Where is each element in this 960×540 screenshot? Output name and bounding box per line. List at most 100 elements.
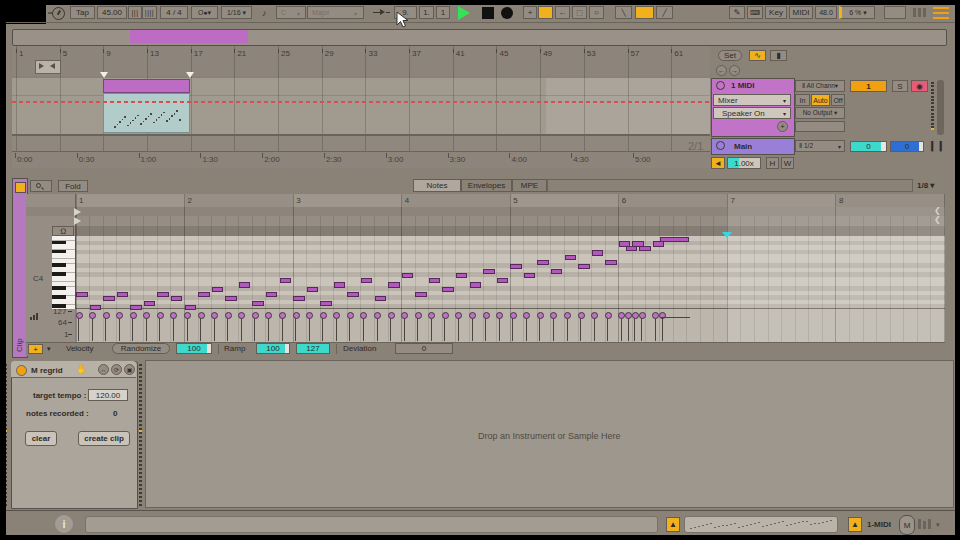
midi-note[interactable] <box>130 305 142 310</box>
time-ruler[interactable] <box>12 152 710 168</box>
cpu-meter[interactable]: 6 % ▾ <box>839 6 875 19</box>
mixer-select[interactable]: Mixer <box>713 94 791 106</box>
monitor-auto-button[interactable]: Auto <box>811 94 830 106</box>
midi-note[interactable] <box>402 273 414 278</box>
ramp-to[interactable]: 127 <box>296 343 330 354</box>
vel-lollipop[interactable] <box>442 312 449 319</box>
status-meter-chevron[interactable]: ▾ <box>936 521 940 529</box>
quantize-menu[interactable]: 1/16 ▾ <box>221 6 252 19</box>
midi-note[interactable] <box>144 301 156 306</box>
vel-lollipop[interactable] <box>483 312 490 319</box>
overdub-button[interactable] <box>538 6 553 19</box>
device-sync-button[interactable]: ⟳ <box>111 364 122 375</box>
midi-note[interactable] <box>456 273 468 278</box>
draw-mode-button[interactable] <box>635 6 654 19</box>
midi-note[interactable] <box>198 292 210 297</box>
midi-note[interactable] <box>293 296 305 301</box>
midi-note[interactable] <box>497 278 509 283</box>
vel-stem[interactable] <box>499 316 500 341</box>
midi-note[interactable] <box>320 301 332 306</box>
pr-end-chevrons[interactable]: ❮ <box>934 215 941 224</box>
vel-stem[interactable] <box>227 316 228 341</box>
monitor-in-button[interactable]: In <box>795 94 810 106</box>
scale-root-select[interactable]: C <box>276 6 306 19</box>
vel-lollipop[interactable] <box>469 312 476 319</box>
stop-button[interactable] <box>482 7 494 19</box>
vel-stem[interactable] <box>641 316 642 341</box>
randomize-amount[interactable]: 100 <box>176 343 212 354</box>
vel-lollipop[interactable] <box>130 312 137 319</box>
hamburger-menu-icon[interactable] <box>933 7 949 19</box>
speaker-icon[interactable]: ◄ <box>711 157 725 169</box>
vel-lollipop[interactable] <box>632 312 639 319</box>
pr-start-marker[interactable] <box>74 217 81 225</box>
vel-lollipop[interactable] <box>639 312 646 319</box>
vel-lollipop[interactable] <box>537 312 544 319</box>
midi-note[interactable] <box>157 292 169 297</box>
vel-lollipop[interactable] <box>293 312 300 319</box>
clip-scroll-up-button[interactable]: ▲ <box>666 517 680 532</box>
midi-note[interactable] <box>470 282 482 287</box>
pr-loop-start-marker[interactable] <box>74 208 81 216</box>
midi-note[interactable] <box>117 292 129 297</box>
add-track-button[interactable]: + <box>523 6 537 19</box>
grid-value-label[interactable]: 1/8 ▾ <box>917 181 934 190</box>
vel-stem[interactable] <box>567 316 568 341</box>
vel-stem[interactable] <box>78 316 79 341</box>
randomize-button[interactable]: Randomize <box>112 343 170 354</box>
clip-active-toggle[interactable] <box>15 182 26 193</box>
fold-button[interactable]: Fold <box>58 180 88 192</box>
midi-note[interactable] <box>653 241 665 246</box>
vel-lollipop[interactable] <box>184 312 191 319</box>
arrangement-position-beats[interactable]: 1. <box>419 6 434 19</box>
midi-note[interactable] <box>252 301 264 306</box>
vel-stem[interactable] <box>634 316 635 341</box>
arm-button[interactable]: ◉ <box>911 80 928 92</box>
vel-stem[interactable] <box>92 316 93 341</box>
solo-button[interactable]: S <box>892 80 908 92</box>
midi-map-button[interactable]: MIDI <box>789 6 813 19</box>
vel-stem[interactable] <box>526 316 527 341</box>
vel-stem[interactable] <box>105 316 106 341</box>
midi-note[interactable] <box>171 296 183 301</box>
insert-marker[interactable] <box>722 232 732 238</box>
main-track-name[interactable]: Main <box>734 142 752 151</box>
midi-note[interactable] <box>510 264 522 269</box>
device-on-button[interactable] <box>16 365 27 376</box>
vel-stem[interactable] <box>254 316 255 341</box>
pr-loop-end-chevrons[interactable]: ❮ <box>934 206 941 215</box>
back-to-arrangement-button[interactable]: ← <box>555 6 570 19</box>
arrangement-clip-header[interactable] <box>103 79 190 93</box>
pattern-icon[interactable]: |||| <box>142 6 157 19</box>
midi-note[interactable] <box>239 282 251 287</box>
preview-headphone-button[interactable]: Ω <box>52 226 74 236</box>
vel-stem[interactable] <box>349 316 350 341</box>
vel-lollipop[interactable] <box>89 312 96 319</box>
piano-black-key[interactable] <box>52 272 66 276</box>
time-signature-field[interactable]: 4 / 4 <box>160 6 188 19</box>
vel-lollipop[interactable] <box>374 312 381 319</box>
tab-notes[interactable]: Notes <box>413 179 461 192</box>
overview-clip-region[interactable] <box>130 30 248 43</box>
add-lane-button[interactable]: + <box>28 344 43 354</box>
midi-note[interactable] <box>266 292 278 297</box>
midi-note[interactable] <box>524 273 536 278</box>
midi-note[interactable] <box>90 305 102 310</box>
track-fold-icon[interactable] <box>716 81 725 90</box>
device-unfold-button[interactable]: ↔ <box>98 364 109 375</box>
midi-note[interactable] <box>605 260 617 265</box>
vel-lollipop[interactable] <box>225 312 232 319</box>
midi-note[interactable] <box>388 282 400 287</box>
main-track-lane[interactable] <box>12 136 710 151</box>
vel-lollipop[interactable] <box>76 312 83 319</box>
midi-note[interactable] <box>415 292 427 297</box>
midi-note[interactable] <box>639 246 651 251</box>
toolbar-empty-box[interactable] <box>884 6 906 19</box>
speaker-select[interactable]: Speaker On <box>713 107 791 119</box>
beat-ruler[interactable] <box>12 46 710 76</box>
vel-stem[interactable] <box>594 316 595 341</box>
vel-lollipop[interactable] <box>415 312 422 319</box>
vel-stem[interactable] <box>119 316 120 341</box>
w-button[interactable]: W <box>781 157 794 169</box>
midi-note[interactable] <box>375 296 387 301</box>
